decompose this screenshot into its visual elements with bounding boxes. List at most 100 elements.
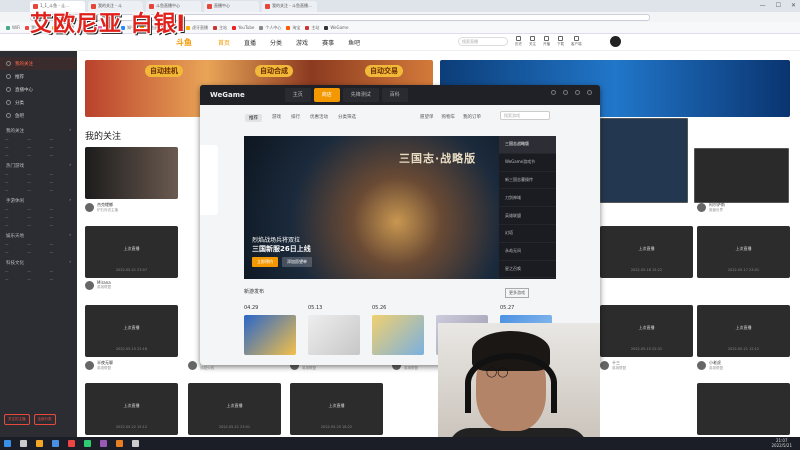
orders-link[interactable]: 我的订单 (463, 114, 481, 120)
stream-card[interactable]: 上次直播 2022.05.22 15:12 (85, 383, 178, 435)
sidebar-item-recommend[interactable]: 推荐 (0, 70, 77, 83)
tab-store[interactable]: 商店 (313, 88, 340, 102)
avatar[interactable] (697, 203, 706, 212)
stream-card[interactable]: 上次直播 2022.05.15 22:16 (85, 305, 178, 357)
nav-events[interactable]: 赛事 (322, 38, 334, 47)
game-tile[interactable] (308, 315, 360, 355)
stream-card[interactable]: 上次直播 2022.05.20 18:22 (290, 383, 383, 435)
clock[interactable]: 21:07 2022/5/21 (771, 438, 792, 448)
site-logo[interactable]: 斗鱼 (176, 37, 192, 48)
folder-icon[interactable] (36, 440, 43, 447)
bookmark[interactable]: WiFi (6, 25, 20, 30)
user-avatar[interactable] (610, 36, 621, 47)
stream-card[interactable]: 上次直播 2022.05.21 23:07 (85, 226, 178, 278)
bookmark[interactable]: 个人中心 (259, 25, 281, 31)
hero-list-item[interactable]: 三国志战略版 (499, 136, 556, 154)
subnav-games[interactable]: 游戏 (272, 114, 281, 122)
sidebar-item-fishbar[interactable]: 鱼吧 (0, 109, 77, 122)
hero-list-item[interactable]: 幻塔 (499, 225, 556, 243)
app-icon[interactable] (116, 440, 123, 447)
avatar[interactable] (85, 361, 94, 370)
app-icon[interactable] (84, 440, 91, 447)
app-icon[interactable] (100, 440, 107, 447)
nav-live[interactable]: 直播 (244, 38, 256, 47)
browser-tab[interactable]: 直播中心 (204, 0, 259, 12)
sidebar-item-center[interactable]: 直播中心 (0, 83, 77, 96)
download-button[interactable]: 下载 (557, 36, 564, 47)
hero-list-item[interactable]: 英雄联盟 (499, 207, 556, 225)
browser-icon[interactable] (52, 440, 59, 447)
hero-banner[interactable]: 三国志·战略版 烈焰战场兵将双拉 三国新服26日上线 立即预约 添加愿望单 (244, 136, 499, 279)
close-button[interactable]: ✕ (791, 2, 796, 9)
hero-list-item[interactable]: 刀剑神域 (499, 189, 556, 208)
app-icon[interactable] (132, 440, 139, 447)
bookmark[interactable]: YouTube (232, 25, 254, 30)
wegame-logo[interactable]: WeGame (210, 91, 245, 99)
subnav-rank[interactable]: 排行 (291, 114, 300, 122)
game-tile[interactable] (244, 315, 296, 355)
hero-list-item[interactable]: 星之召唤 (499, 261, 556, 279)
stream-card[interactable]: 上次直播 2022.05.15 22:31 (600, 305, 693, 357)
tab-wiki[interactable]: 百科 (381, 88, 408, 102)
settings-icon[interactable] (563, 90, 568, 95)
follow-button[interactable]: 关注 (529, 36, 536, 47)
minimize-button[interactable]: — (760, 2, 766, 9)
hero-list-item[interactable]: WeGame游戏节 (499, 154, 556, 172)
store-search-input[interactable]: 搜索游戏 (500, 111, 550, 120)
stream-card[interactable]: 上次直播 2022.05.21 23:01 (188, 383, 281, 435)
sidebar-link-grid: — — — — — — — — — (5, 207, 54, 227)
banner-pill: 自动合成 (255, 65, 293, 77)
stream-card[interactable] (85, 147, 178, 199)
start-icon[interactable] (4, 440, 11, 447)
tab-home[interactable]: 主页 (284, 88, 311, 102)
search-icon[interactable] (20, 440, 27, 447)
more-games-button[interactable]: 更多游戏 (505, 288, 529, 298)
app-icon[interactable] (68, 440, 75, 447)
nav-home[interactable]: 首页 (218, 38, 230, 47)
minimize-icon[interactable] (575, 90, 580, 95)
bookmark[interactable]: 主站 (305, 25, 319, 31)
avatar[interactable] (85, 280, 94, 290)
subnav-recommend[interactable]: 推荐 (245, 114, 262, 122)
bookmark[interactable]: WeGame (324, 25, 348, 30)
hero-list-item[interactable]: 永劫无间 (499, 243, 556, 261)
reserve-button[interactable]: 立即预约 (252, 257, 278, 267)
avatar[interactable] (188, 361, 197, 370)
followed-streamers-button[interactable]: 关注的主播 (4, 414, 30, 425)
hero-list-item[interactable]: 新三国志曹操传 (499, 172, 556, 190)
history-button[interactable]: 历史 (515, 36, 522, 47)
avatar[interactable] (697, 361, 706, 370)
nav-category[interactable]: 分类 (270, 38, 282, 47)
broadcast-button[interactable]: 开播 (543, 36, 550, 47)
sidebar-item-follow[interactable]: 我的关注 (0, 57, 77, 70)
wishlist-link[interactable]: 愿望单 (420, 114, 434, 120)
sidebar-item-category[interactable]: 分类 (0, 96, 77, 109)
bookmark[interactable]: 虎牙直播 (186, 25, 208, 31)
subnav-deals[interactable]: 优惠活动 (310, 114, 328, 122)
client-button[interactable]: 客户端 (571, 36, 582, 47)
nav-fishbar[interactable]: 鱼吧 (348, 38, 360, 47)
stream-card[interactable] (697, 383, 790, 435)
stream-card[interactable]: 上次直播 2022.05.18 15:22 (600, 226, 693, 278)
wishlist-button[interactable]: 添加愿望单 (282, 257, 312, 267)
close-icon[interactable] (587, 90, 592, 95)
all-categories-button[interactable]: 全部分类 (33, 414, 56, 425)
subnav-filter[interactable]: 分类筛选 (338, 114, 356, 122)
game-tile[interactable] (372, 315, 424, 355)
maximize-button[interactable]: ☐ (776, 2, 781, 9)
tab-pioneer[interactable]: 先锋测试 (342, 88, 379, 102)
avatar[interactable] (85, 203, 94, 212)
stream-card[interactable]: 上次直播 2022.05.17 23:01 (697, 226, 790, 278)
card-info: 小老虎 英雄联盟 (697, 360, 790, 371)
site-search-input[interactable]: 搜索直播 (458, 37, 508, 46)
message-icon[interactable] (551, 90, 556, 95)
cart-link[interactable]: 购物车 (442, 114, 456, 120)
bookmark[interactable]: 淘宝 (286, 25, 300, 31)
sidebar-section-head: 手游休闲 › (6, 198, 71, 204)
nav-games[interactable]: 游戏 (296, 38, 308, 47)
avatar[interactable] (600, 361, 609, 370)
wegame-friend-panel[interactable] (200, 145, 218, 215)
bookmark[interactable]: 主站 (213, 25, 227, 31)
browser-tab[interactable]: 我的关注 - 斗鱼直播... (262, 0, 317, 12)
stream-card[interactable]: 上次直播 2022.05.21 12:12 (697, 305, 790, 357)
